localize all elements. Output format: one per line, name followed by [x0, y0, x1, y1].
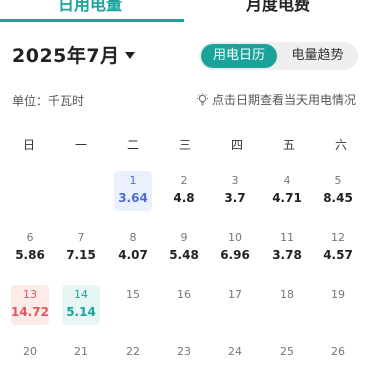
calendar-day[interactable]: 14 5.14	[62, 285, 100, 325]
calendar-day[interactable]: 25	[268, 342, 306, 382]
calendar-day[interactable]: 23	[165, 342, 203, 382]
active-tab-indicator	[0, 19, 184, 22]
weekday-mon: 一	[74, 138, 87, 152]
weekday-thu: 四	[230, 138, 243, 152]
hint-label: 点击日期查看当天用电情况	[211, 93, 356, 107]
caret-down-icon	[124, 51, 135, 59]
view-toggle: 用电日历 电量趋势	[199, 42, 358, 70]
calendar-day[interactable]: 13 14.72	[11, 285, 49, 325]
calendar-day[interactable]: 17	[216, 285, 254, 325]
weekday-sat: 六	[334, 138, 347, 152]
calendar-day[interactable]: 3 3.7	[216, 171, 254, 211]
calendar-day[interactable]: 16	[165, 285, 203, 325]
calendar-day[interactable]: 18	[268, 285, 306, 325]
calendar-day[interactable]: 22	[114, 342, 152, 382]
calendar-day[interactable]: 7 7.15	[62, 228, 100, 268]
calendar-day[interactable]: 26	[319, 342, 357, 382]
tab-monthly-bill[interactable]: 月度电费	[246, 0, 310, 15]
calendar-day[interactable]: 19	[319, 285, 357, 325]
month-picker[interactable]: 2025年7月	[12, 40, 135, 68]
calendar-day[interactable]: 1 3.64	[114, 171, 152, 211]
weekday-wed: 三	[178, 138, 191, 152]
trend-view-button[interactable]: 电量趋势	[279, 44, 356, 68]
calendar-day[interactable]: 4 4.71	[268, 171, 306, 211]
calendar-day[interactable]: 12 4.57	[319, 228, 357, 268]
lightbulb-icon	[196, 93, 208, 106]
calendar-day[interactable]: 15	[114, 285, 152, 325]
calendar-day[interactable]: 6 5.86	[11, 228, 49, 268]
calendar-day[interactable]: 8 4.07	[114, 228, 152, 268]
month-label: 2025年7月	[12, 44, 120, 67]
calendar-day[interactable]: 10 6.96	[216, 228, 254, 268]
tab-daily-usage[interactable]: 日用电量	[58, 0, 122, 15]
calendar-day[interactable]: 20	[11, 342, 49, 382]
calendar-day[interactable]: 24	[216, 342, 254, 382]
calendar-day[interactable]: 5 8.45	[319, 171, 357, 211]
unit-label: 单位：千瓦时	[12, 94, 85, 108]
calendar-day[interactable]: 2 4.8	[165, 171, 203, 211]
calendar-day[interactable]: 21	[62, 342, 100, 382]
weekday-sun: 日	[22, 138, 35, 152]
calendar-day[interactable]: 9 5.48	[165, 228, 203, 268]
weekday-fri: 五	[282, 138, 295, 152]
top-tabs: 日用电量 月度电费	[0, 0, 370, 22]
calendar-day[interactable]: 11 3.78	[268, 228, 306, 268]
calendar-view-button[interactable]: 用电日历	[201, 44, 277, 68]
hint-text: 点击日期查看当天用电情况	[196, 91, 356, 108]
weekday-tue: 二	[126, 138, 139, 152]
